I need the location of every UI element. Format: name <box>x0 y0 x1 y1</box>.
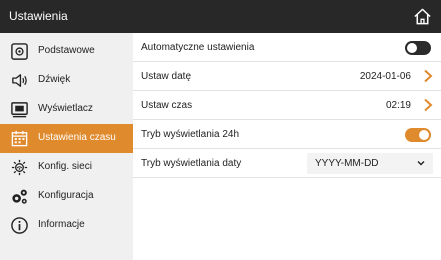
network-icon <box>11 159 28 176</box>
time-settings-panel: Automatyczne ustawienia Ustaw datę 2024-… <box>133 33 441 260</box>
auto-settings-toggle[interactable] <box>405 41 431 55</box>
set-date-label: Ustaw datę <box>141 71 192 82</box>
info-icon <box>11 217 28 234</box>
date-format-selected: YYYY-MM-DD <box>315 158 379 169</box>
basic-settings-icon <box>11 43 28 60</box>
chevron-down-icon <box>417 161 425 166</box>
sidebar-item-network[interactable]: Konfig. sieci <box>0 153 133 182</box>
24h-mode-label: Tryb wyświetlania 24h <box>141 129 240 140</box>
sidebar-item-basic[interactable]: Podstawowe <box>0 37 133 66</box>
sidebar-item-label: Podstawowe <box>38 45 95 56</box>
set-time-label: Ustaw czas <box>141 100 193 111</box>
sidebar-item-info[interactable]: Informacje <box>0 211 133 240</box>
sidebar-item-display[interactable]: Wyświetlacz <box>0 95 133 124</box>
sidebar-item-label: Konfig. sieci <box>38 161 92 172</box>
settings-row-date-format: Tryb wyświetlania daty YYYY-MM-DD <box>133 149 441 178</box>
sidebar-item-label: Dźwięk <box>38 74 71 85</box>
date-format-select[interactable]: YYYY-MM-DD <box>307 153 433 174</box>
24h-mode-toggle[interactable] <box>405 128 431 142</box>
calendar-icon <box>11 130 28 147</box>
date-format-label: Tryb wyświetlania daty <box>141 158 242 169</box>
chevron-right-icon[interactable] <box>423 98 433 112</box>
settings-row-24h: Tryb wyświetlania 24h <box>133 120 441 149</box>
settings-row-date[interactable]: Ustaw datę 2024-01-06 <box>133 62 441 91</box>
gears-icon <box>12 189 27 204</box>
chevron-right-icon[interactable] <box>423 69 433 83</box>
auto-settings-label: Automatyczne ustawienia <box>141 42 255 53</box>
sidebar-item-label: Konfiguracja <box>38 190 94 201</box>
time-value: 02:19 <box>385 100 411 111</box>
toggle-knob <box>407 43 417 53</box>
sidebar-item-time-settings[interactable]: Ustawienia czasu <box>0 124 133 153</box>
sidebar: Podstawowe Dźwięk Wyświetlacz Ustawienia… <box>0 33 133 260</box>
sidebar-item-label: Informacje <box>38 219 85 230</box>
display-icon <box>11 102 28 118</box>
page-title: Ustawienia <box>9 9 68 23</box>
sidebar-item-label: Ustawienia czasu <box>38 132 116 143</box>
settings-row-time[interactable]: Ustaw czas 02:19 <box>133 91 441 120</box>
sidebar-item-configuration[interactable]: Konfiguracja <box>0 182 133 211</box>
settings-row-auto: Automatyczne ustawienia <box>133 33 441 62</box>
title-bar: Ustawienia <box>0 0 441 33</box>
sidebar-item-label: Wyświetlacz <box>38 103 93 114</box>
sidebar-item-sound[interactable]: Dźwięk <box>0 66 133 95</box>
date-value: 2024-01-06 <box>359 71 411 82</box>
toggle-knob <box>419 130 429 140</box>
speaker-icon <box>12 74 27 87</box>
home-icon[interactable] <box>413 7 432 26</box>
